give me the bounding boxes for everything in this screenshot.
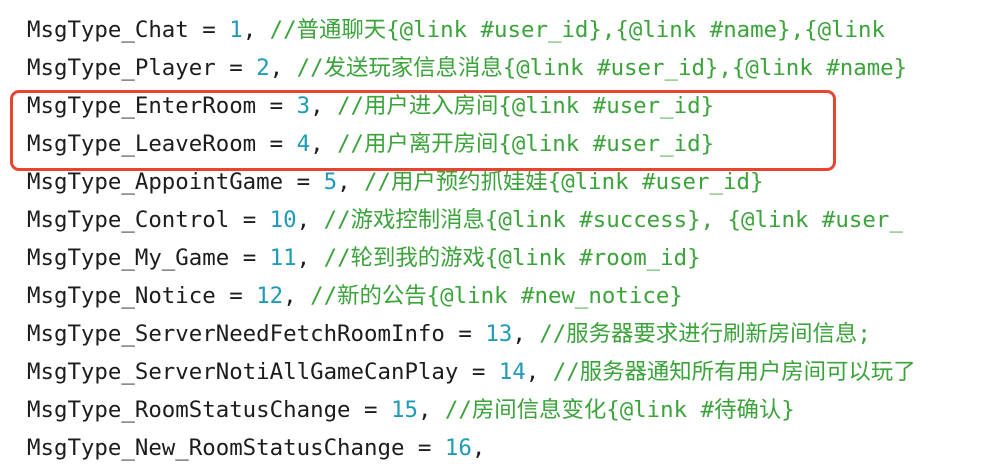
code-line-enter-room[interactable]: MsgType_EnterRoom = 3, //用户进入房间{@link #u… <box>27 87 714 125</box>
separator: , <box>417 397 445 423</box>
enum-value: 13 <box>485 321 513 347</box>
assign-operator: = <box>444 321 486 347</box>
code-line-new-room-status-change[interactable]: MsgType_New_RoomStatusChange = 16, <box>27 429 499 464</box>
assign-operator: = <box>229 245 270 271</box>
assign-operator: = <box>256 93 297 119</box>
line-comment: //房间信息变化{@link #待确认} <box>444 397 795 423</box>
assign-operator: = <box>458 359 499 385</box>
enum-identifier: MsgType_My_Game <box>27 245 230 271</box>
code-line-my-game[interactable]: MsgType_My_Game = 11, //轮到我的游戏{@link #ro… <box>27 239 701 277</box>
line-comment: //普通聊天{@link #user_id},{@link #name},{@l… <box>269 17 885 43</box>
line-comment: //用户进入房间{@link #user_id} <box>337 93 715 119</box>
enum-value: 5 <box>323 169 338 195</box>
assign-operator: = <box>229 207 270 233</box>
enum-value: 4 <box>296 131 311 157</box>
code-line-server-noti-all-game-can-play[interactable]: MsgType_ServerNotiAllGameCanPlay = 14, /… <box>27 353 916 391</box>
separator: , <box>296 207 324 233</box>
separator: , <box>269 55 297 81</box>
assign-operator: = <box>256 131 297 157</box>
enum-value: 1 <box>229 17 243 43</box>
code-line-leave-room[interactable]: MsgType_LeaveRoom = 4, //用户离开房间{@link #u… <box>27 125 714 163</box>
enum-identifier: MsgType_New_RoomStatusChange <box>27 435 405 461</box>
enum-value: 15 <box>390 397 418 423</box>
code-line-chat[interactable]: MsgType_Chat = 1, //普通聊天{@link #user_id}… <box>27 11 885 49</box>
code-editor[interactable]: MsgType_Chat = 1, //普通聊天{@link #user_id}… <box>0 0 982 464</box>
enum-identifier: MsgType_EnterRoom <box>27 93 257 119</box>
separator: , <box>283 283 311 309</box>
separator: , <box>337 169 365 195</box>
enum-value: 3 <box>296 93 311 119</box>
enum-identifier: MsgType_LeaveRoom <box>27 131 257 157</box>
assign-operator: = <box>350 397 391 423</box>
assign-operator: = <box>283 169 324 195</box>
enum-identifier: MsgType_ServerNeedFetchRoomInfo <box>27 321 445 347</box>
separator: , <box>242 17 270 43</box>
enum-identifier: MsgType_RoomStatusChange <box>27 397 351 423</box>
separator: , <box>525 359 553 385</box>
separator: , <box>310 131 338 157</box>
code-line-server-need-fetch-room-info[interactable]: MsgType_ServerNeedFetchRoomInfo = 13, //… <box>27 315 871 353</box>
enum-identifier: MsgType_Chat <box>27 17 189 43</box>
enum-value: 12 <box>256 283 284 309</box>
enum-identifier: MsgType_AppointGame <box>27 169 284 195</box>
line-comment: //轮到我的游戏{@link #room_id} <box>323 245 701 271</box>
code-line-room-status-change[interactable]: MsgType_RoomStatusChange = 15, //房间信息变化{… <box>27 391 795 429</box>
line-comment: //发送玩家信息消息{@link #user_id},{@link #name} <box>296 55 908 81</box>
code-line-player[interactable]: MsgType_Player = 2, //发送玩家信息消息{@link #us… <box>27 49 907 87</box>
separator: , <box>471 435 499 461</box>
enum-value: 16 <box>444 435 472 461</box>
line-comment: //新的公告{@link #new_notice} <box>310 283 683 309</box>
code-line-notice[interactable]: MsgType_Notice = 12, //新的公告{@link #new_n… <box>27 277 683 315</box>
line-comment: //用户预约抓娃娃{@link #user_id} <box>364 169 764 195</box>
assign-operator: = <box>404 435 445 461</box>
enum-identifier: MsgType_Control <box>27 207 230 233</box>
separator: , <box>296 245 324 271</box>
enum-value: 14 <box>498 359 526 385</box>
enum-value: 11 <box>269 245 297 271</box>
line-comment: //服务器要求进行刷新房间信息; <box>539 321 871 347</box>
enum-value: 10 <box>269 207 297 233</box>
assign-operator: = <box>215 283 257 309</box>
line-comment: //用户离开房间{@link #user_id} <box>337 131 715 157</box>
separator: , <box>512 321 540 347</box>
assign-operator: = <box>188 17 230 43</box>
separator: , <box>310 93 338 119</box>
enum-identifier: MsgType_Player <box>27 55 216 81</box>
line-comment: //游戏控制消息{@link #success}, {@link #user_ <box>323 207 903 233</box>
line-comment: //服务器通知所有用户房间可以玩了 <box>552 359 916 385</box>
assign-operator: = <box>215 55 257 81</box>
enum-value: 2 <box>256 55 270 81</box>
enum-identifier: MsgType_Notice <box>27 283 216 309</box>
enum-identifier: MsgType_ServerNotiAllGameCanPlay <box>27 359 459 385</box>
code-line-appoint-game[interactable]: MsgType_AppointGame = 5, //用户预约抓娃娃{@link… <box>27 163 763 201</box>
code-line-control[interactable]: MsgType_Control = 10, //游戏控制消息{@link #su… <box>27 201 903 239</box>
